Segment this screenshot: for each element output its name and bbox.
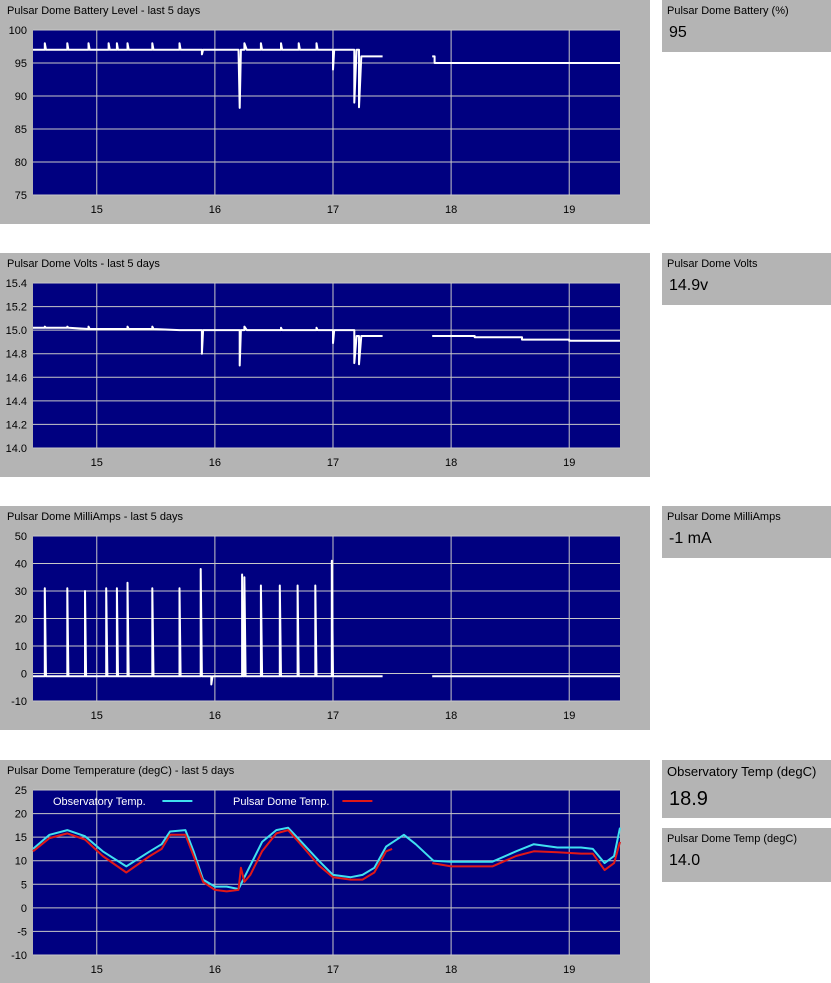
- milliamps-stat-box: Pulsar Dome MilliAmps -1 mA: [662, 506, 831, 558]
- x-tick-label: 15: [91, 964, 103, 976]
- y-tick-label: 0: [21, 669, 27, 681]
- stat-value: 14.9v: [669, 277, 709, 294]
- y-tick-label: 14.8: [6, 349, 27, 361]
- y-tick-label: 14.6: [6, 372, 27, 384]
- stat-value: 14.0: [669, 852, 701, 869]
- x-tick-label: 17: [327, 710, 339, 722]
- temperature-chart: Observatory Temp. Pulsar Dome Temp. -10 -5 0…: [11, 785, 621, 976]
- legend-label: Pulsar Dome Temp.: [233, 796, 329, 808]
- x-tick-label: 19: [563, 710, 575, 722]
- y-tick-label: 75: [15, 190, 27, 202]
- battery-chart-panel: Pulsar Dome Battery Level - last 5 days …: [0, 0, 650, 224]
- y-tick-label: 100: [9, 25, 27, 37]
- y-tick-label: 14.0: [6, 443, 27, 455]
- x-tick-label: 19: [563, 204, 575, 216]
- y-tick-label: 10: [15, 641, 27, 653]
- y-tick-label: -10: [11, 696, 27, 708]
- x-tick-label: 17: [327, 457, 339, 469]
- y-tick-label: 10: [15, 856, 27, 868]
- battery-chart: 75 80 85 90 95 100 15 16 17 18 19: [9, 25, 620, 216]
- stat-value: 95: [669, 24, 687, 41]
- stat-value: -1 mA: [669, 530, 712, 547]
- x-tick-label: 16: [209, 204, 221, 216]
- stat-label: Pulsar Dome Volts: [667, 258, 758, 270]
- y-tick-label: -5: [17, 926, 27, 938]
- x-tick-label: 15: [91, 204, 103, 216]
- milliamps-chart: -10 0 10 20 30 40 50 15 16 17 18 19: [11, 531, 620, 722]
- y-tick-label: 15: [15, 832, 27, 844]
- y-tick-label: 14.2: [6, 419, 27, 431]
- y-tick-label: -10: [11, 950, 27, 962]
- plot-area: [33, 30, 620, 195]
- y-tick-label: 95: [15, 58, 27, 70]
- x-tick-label: 15: [91, 457, 103, 469]
- stat-label: Pulsar Dome Battery (%): [667, 5, 789, 17]
- x-tick-label: 18: [445, 457, 457, 469]
- y-tick-label: 25: [15, 785, 27, 797]
- temperature-chart-panel: Pulsar Dome Temperature (degC) - last 5 …: [0, 760, 650, 983]
- y-tick-label: 14.4: [6, 396, 27, 408]
- x-tick-label: 19: [563, 457, 575, 469]
- stat-label: Pulsar Dome MilliAmps: [667, 511, 781, 523]
- stat-label: Observatory Temp (degC): [667, 764, 817, 779]
- y-tick-label: 15.2: [6, 302, 27, 314]
- y-tick-label: 5: [21, 879, 27, 891]
- plot-area: [33, 283, 620, 448]
- x-tick-label: 19: [563, 964, 575, 976]
- y-tick-label: 30: [15, 586, 27, 598]
- x-tick-label: 17: [327, 204, 339, 216]
- x-tick-label: 18: [445, 204, 457, 216]
- observatory-temp-stat-box: Observatory Temp (degC) 18.9: [662, 760, 831, 818]
- y-tick-label: 40: [15, 559, 27, 571]
- y-tick-label: 85: [15, 124, 27, 136]
- x-tick-label: 17: [327, 964, 339, 976]
- stat-label: Pulsar Dome Temp (degC): [667, 833, 798, 845]
- y-tick-label: 15.0: [6, 325, 27, 337]
- battery-stat-box: Pulsar Dome Battery (%) 95: [662, 0, 831, 52]
- x-tick-label: 16: [209, 457, 221, 469]
- milliamps-chart-panel: Pulsar Dome MilliAmps - last 5 days -10 0…: [0, 506, 650, 730]
- volts-chart: 14.0 14.2 14.4 14.6 14.8 15.0 15.2 15.4 15 16 17 18…: [6, 278, 620, 469]
- y-tick-label: 15.4: [6, 278, 27, 290]
- y-tick-label: 80: [15, 157, 27, 169]
- volts-stat-box: Pulsar Dome Volts 14.9v: [662, 253, 831, 305]
- y-tick-label: 20: [15, 809, 27, 821]
- stat-value: 18.9: [669, 788, 708, 810]
- y-tick-label: 90: [15, 91, 27, 103]
- x-tick-label: 16: [209, 964, 221, 976]
- x-tick-label: 15: [91, 710, 103, 722]
- dome-temp-stat-box: Pulsar Dome Temp (degC) 14.0: [662, 828, 831, 882]
- x-tick-label: 18: [445, 964, 457, 976]
- y-tick-label: 0: [21, 903, 27, 915]
- volts-chart-panel: Pulsar Dome Volts - last 5 days 14.0 14.2…: [0, 253, 650, 477]
- y-tick-label: 20: [15, 614, 27, 626]
- legend-label: Observatory Temp.: [53, 796, 146, 808]
- x-tick-label: 16: [209, 710, 221, 722]
- y-tick-label: 50: [15, 531, 27, 543]
- x-tick-label: 18: [445, 710, 457, 722]
